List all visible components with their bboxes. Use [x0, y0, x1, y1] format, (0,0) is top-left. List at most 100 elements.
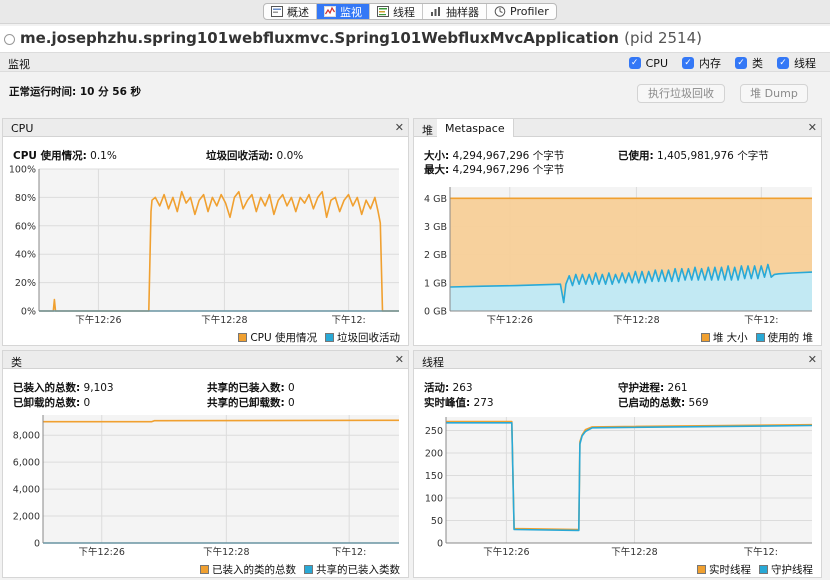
checkmark-icon: ✓ [682, 57, 694, 69]
tab-sampler[interactable]: 抽样器 [423, 4, 487, 19]
legend-swatch-blue [325, 333, 334, 342]
uptime-text: 正常运行时间: 10 分 56 秒 [9, 86, 142, 98]
close-icon[interactable]: ✕ [808, 121, 817, 134]
tab-overview-label: 概述 [287, 5, 309, 19]
cpu-legend: CPU 使用情况 垃圾回收活动 [238, 330, 400, 345]
legend-swatch-orange [200, 565, 209, 574]
checkmark-icon: ✓ [628, 57, 641, 69]
live-threads-stat: 活动: 263 [424, 380, 473, 395]
gc-activity-stat: 垃圾回收活动: 0.0% [206, 148, 303, 163]
plot-background [446, 417, 812, 543]
checkmark-icon: ✓ [735, 57, 747, 69]
checkbox-classes[interactable]: ✓ 类 [735, 55, 763, 71]
y-tick-label: 0 [437, 539, 443, 550]
shared-loaded-stat: 共享的已装入数: 0 [207, 380, 295, 395]
legend-item-used-heap: 使用的 堆 [755, 330, 813, 345]
threads-panel-title: 线程 [422, 356, 444, 369]
heap-max-value: 4,294,967,296 个字节 [452, 164, 565, 176]
tab-threads[interactable]: 线程 [370, 4, 423, 19]
heap-used-value: 1,405,981,976 个字节 [657, 150, 769, 162]
memory-panel: 堆 Metaspace ✕ 大小: 4,294,967,296 个字节 最大: … [413, 118, 822, 346]
legend-heap-size-label: 堆 大小 [712, 332, 748, 344]
cpu-chart: 0% 20% 40% 60% 80% 100% 下午12:26 下午12:28 下午12: [9, 165, 399, 326]
legend-item-gc-activity: 垃圾回收活动 [325, 330, 400, 345]
x-tick-label: 下午12:28 [201, 314, 247, 326]
y-tick-label: 2 GB [424, 250, 447, 261]
shared-loaded-value: 0 [288, 382, 295, 394]
cpu-usage-stat: CPU 使用情况: 0.1% [13, 148, 117, 163]
legend-daemon-threads-label: 守护线程 [771, 564, 813, 576]
heap-dump-button[interactable]: 堆 Dump [740, 84, 808, 103]
x-tick-label: 下午12:26 [483, 546, 529, 558]
monitor-icon [324, 6, 336, 17]
peak-threads-value: 273 [473, 397, 494, 409]
x-tick-label: 下午12:26 [79, 546, 125, 558]
threads-icon [377, 6, 389, 17]
legend-live-threads-label: 实时线程 [709, 564, 751, 576]
unloaded-total-value: 0 [83, 397, 91, 409]
y-tick-label: 150 [425, 471, 443, 482]
shared-unloaded-label: 共享的已卸载数: [207, 397, 285, 409]
y-tick-label: 0 [34, 539, 40, 550]
heap-chart: 0 GB 1 GB 2 GB 3 GB 4 GB 下午12:26 下午12:28 下午12: [424, 187, 813, 326]
tab-profiler[interactable]: Profiler [487, 4, 556, 19]
cpu-panel: CPU ✕ CPU 使用情况: 0.1% 垃圾回收活动: 0.0% 0% 20% 4… [2, 118, 409, 346]
classes-panel-header: 类 ✕ [3, 351, 408, 369]
x-tick-label: 下午12: [744, 546, 778, 558]
daemon-threads-stat: 守护进程: 261 [618, 380, 688, 395]
close-icon[interactable]: ✕ [808, 353, 817, 366]
heap-legend: 堆 大小 使用的 堆 [700, 330, 813, 345]
close-icon[interactable]: ✕ [395, 353, 404, 366]
cpu-panel-header: CPU ✕ [3, 119, 408, 137]
heap-size-label: 大小: [424, 150, 450, 162]
tab-metaspace[interactable]: Metaspace [437, 119, 514, 137]
perform-gc-button[interactable]: 执行垃圾回收 [637, 84, 725, 103]
y-tick-label: 60% [15, 221, 36, 232]
legend-item-cpu-usage: CPU 使用情况 [238, 330, 317, 345]
profiler-icon [494, 6, 506, 17]
loaded-total-label: 已装入的总数: [13, 382, 81, 394]
y-tick-label: 80% [15, 193, 36, 204]
legend-swatch-orange [238, 333, 248, 342]
daemon-threads-value: 261 [667, 382, 688, 394]
heap-used-stat: 已使用: 1,405,981,976 个字节 [618, 148, 769, 163]
x-tick-label: 下午12: [744, 314, 778, 326]
classes-panel: 类 ✕ 已装入的总数: 9,103 已卸载的总数: 0 共享的已装入数: 0 共… [2, 350, 409, 578]
heap-max-label: 最大: [424, 164, 450, 176]
checkbox-threads-label: 线程 [794, 57, 816, 70]
checkbox-threads[interactable]: ✓ 线程 [777, 55, 816, 71]
tab-overview[interactable]: 概述 [264, 4, 317, 19]
cpu-usage-label: CPU 使用情况: [13, 150, 87, 162]
application-name: me.josephzhu.spring101webfluxmvc.Spring1… [20, 29, 619, 47]
overview-icon [271, 6, 283, 17]
heap-used-label: 已使用: [618, 150, 654, 162]
y-tick-label: 0% [21, 307, 36, 318]
live-threads-value: 263 [452, 382, 473, 394]
x-tick-label: 下午12:26 [75, 314, 121, 326]
checkbox-cpu-label: CPU [645, 56, 668, 70]
cpu-panel-title: CPU [11, 122, 34, 135]
chart-toggle-checkboxes: ✓ CPU ✓ 内存 ✓ 类 ✓ 线程 [628, 55, 816, 71]
legend-loaded-classes-label: 已装入的类的总数 [212, 564, 296, 576]
classes-panel-title: 类 [11, 356, 22, 369]
plot-background [43, 415, 399, 543]
memory-panel-header: 堆 Metaspace ✕ [414, 119, 821, 137]
tab-monitor[interactable]: 监视 [317, 4, 370, 19]
started-threads-stat: 已启动的总数: 569 [618, 395, 709, 410]
y-tick-label: 3 GB [424, 222, 447, 233]
gc-activity-value: 0.0% [276, 150, 304, 162]
legend-item-shared-classes: 共享的已装入类数 [304, 562, 400, 577]
live-threads-label: 活动: [424, 382, 450, 394]
legend-used-heap-label: 使用的 堆 [767, 332, 813, 344]
legend-swatch-blue [304, 565, 313, 574]
x-tick-label: 下午12:28 [613, 314, 659, 326]
x-tick-label: 下午12: [331, 314, 365, 326]
legend-swatch-orange [697, 565, 706, 574]
y-tick-label: 100 [425, 494, 443, 505]
shared-unloaded-stat: 共享的已卸载数: 0 [207, 395, 295, 410]
threads-chart: 0 50 100 150 200 250 下午12:26 下午12:28 下午12: [425, 417, 813, 558]
checkbox-memory[interactable]: ✓ 内存 [682, 55, 721, 71]
checkbox-cpu[interactable]: ✓ CPU [628, 55, 668, 71]
legend-item-loaded-classes: 已装入的类的总数 [200, 562, 296, 577]
close-icon[interactable]: ✕ [395, 121, 404, 134]
